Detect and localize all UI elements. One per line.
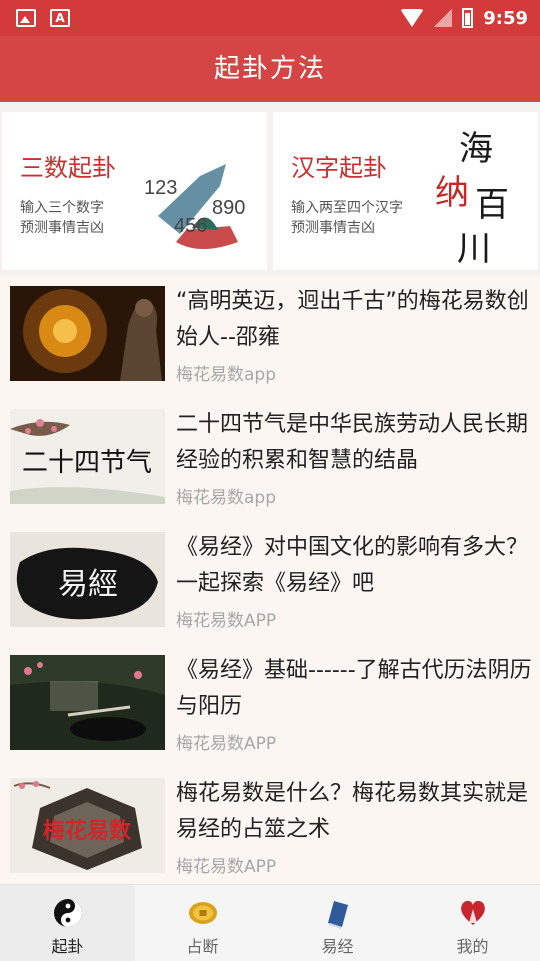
method-cards: 三数起卦 输入三个数字 预测事情吉凶 123 890 456 汉字起卦 输入两至…	[0, 112, 540, 270]
card-desc-line: 输入两至四个汉字	[291, 200, 403, 216]
number-456: 456	[174, 215, 207, 237]
calligraphy-illustration: 海 纳 百 川	[435, 129, 509, 268]
book-icon	[327, 901, 348, 929]
number-890: 890	[212, 197, 245, 219]
tab-yijing[interactable]: 易经	[270, 885, 405, 961]
card-description: 输入三个数字 预测事情吉凶	[20, 198, 104, 238]
coin-icon	[188, 902, 217, 924]
article-source: 梅花易数app	[176, 488, 276, 508]
tab-label: 我的	[456, 937, 489, 956]
article-thumbnail	[10, 286, 165, 381]
yin-yang-icon	[53, 899, 82, 927]
profile-icon	[460, 900, 485, 925]
article-source: 梅花易数APP	[176, 734, 277, 754]
card-desc-line: 预测事情吉凶	[291, 220, 375, 236]
article-thumbnail: 易經	[10, 532, 165, 627]
article-title: 梅花易数是什么？梅花易数其实就是易经的占筮之术	[176, 781, 529, 842]
yijing-image: 易經	[10, 532, 165, 627]
bottom-nav: 起卦 占断 易经 我的	[0, 884, 540, 961]
status-time: 9:59	[483, 7, 528, 29]
list-item[interactable]: 梅花易数 梅花易数是什么？梅花易数其实就是易经的占筮之术 梅花易数APP	[0, 768, 540, 884]
article-title: “高明英迈，迥出千古”的梅花易数创始人--邵雍	[176, 289, 529, 350]
meihua-yishu-image: 梅花易数	[10, 778, 165, 873]
tab-zhanduan[interactable]: 占断	[135, 885, 270, 961]
thumbnail-text: 二十四节气	[22, 448, 152, 478]
article-title: 《易经》基础------了解古代历法阴历与阳历	[176, 658, 532, 719]
tab-wode[interactable]: 我的	[405, 885, 540, 961]
tab-qigua[interactable]: 起卦	[0, 885, 135, 961]
thumbnail-text: 易經	[58, 567, 118, 602]
article-title: 《易经》对中国文化的影响有多大？一起探索《易经》吧	[176, 535, 529, 596]
tab-label: 易经	[321, 937, 354, 956]
article-title: 二十四节气是中华民族劳动人民长期经验的积累和智慧的结晶	[176, 412, 529, 473]
card-desc-line: 输入三个数字	[20, 200, 104, 216]
page-title: 起卦方法	[0, 36, 540, 102]
number-123: 123	[144, 177, 177, 199]
article-thumbnail	[10, 655, 165, 750]
tab-label: 占断	[186, 937, 219, 956]
card-title: 汉字起卦	[291, 154, 387, 182]
status-bar: A 9:59	[0, 0, 540, 36]
list-item[interactable]: “高明英迈，迥出千古”的梅花易数创始人--邵雍 梅花易数app	[0, 276, 540, 399]
article-thumbnail: 二十四节气	[10, 409, 165, 504]
image-notification-icon	[16, 9, 36, 27]
svg-text:川: 川	[457, 229, 491, 268]
list-item[interactable]: 《易经》基础------了解古代历法阴历与阳历 梅花易数APP	[0, 645, 540, 768]
wifi-icon	[400, 9, 425, 27]
solar-terms-image: 二十四节气	[10, 409, 165, 504]
article-list: “高明英迈，迥出千古”的梅花易数创始人--邵雍 梅花易数app 二十四节气 二十…	[0, 276, 540, 884]
calendar-image	[10, 655, 165, 750]
battery-icon	[462, 8, 474, 28]
article-source: 梅花易数app	[176, 365, 276, 385]
article-source: 梅花易数APP	[176, 611, 277, 631]
article-source: 梅花易数APP	[176, 857, 277, 877]
card-description: 输入两至四个汉字 预测事情吉凶	[291, 198, 403, 238]
list-item[interactable]: 易經 《易经》对中国文化的影响有多大？一起探索《易经》吧 梅花易数APP	[0, 522, 540, 645]
signal-icon	[434, 9, 453, 27]
font-notification-icon: A	[50, 9, 70, 27]
numbers-illustration: 123 890 456	[144, 164, 245, 249]
card-desc-line: 预测事情吉凶	[20, 220, 104, 236]
thumbnail-text: 梅花易数	[43, 818, 132, 844]
shaoyong-image	[10, 286, 165, 381]
article-thumbnail: 梅花易数	[10, 778, 165, 873]
svg-text:纳: 纳	[435, 173, 469, 213]
three-number-card[interactable]: 三数起卦 输入三个数字 预测事情吉凶 123 890 456	[2, 112, 267, 270]
list-item[interactable]: 二十四节气 二十四节气是中华民族劳动人民长期经验的积累和智慧的结晶 梅花易数ap…	[0, 399, 540, 522]
svg-text:海: 海	[459, 129, 493, 169]
tab-label: 起卦	[51, 937, 84, 956]
svg-text:百: 百	[475, 185, 509, 225]
chinese-char-card[interactable]: 汉字起卦 输入两至四个汉字 预测事情吉凶 海 纳 百 川	[273, 112, 538, 270]
card-title: 三数起卦	[20, 154, 116, 182]
